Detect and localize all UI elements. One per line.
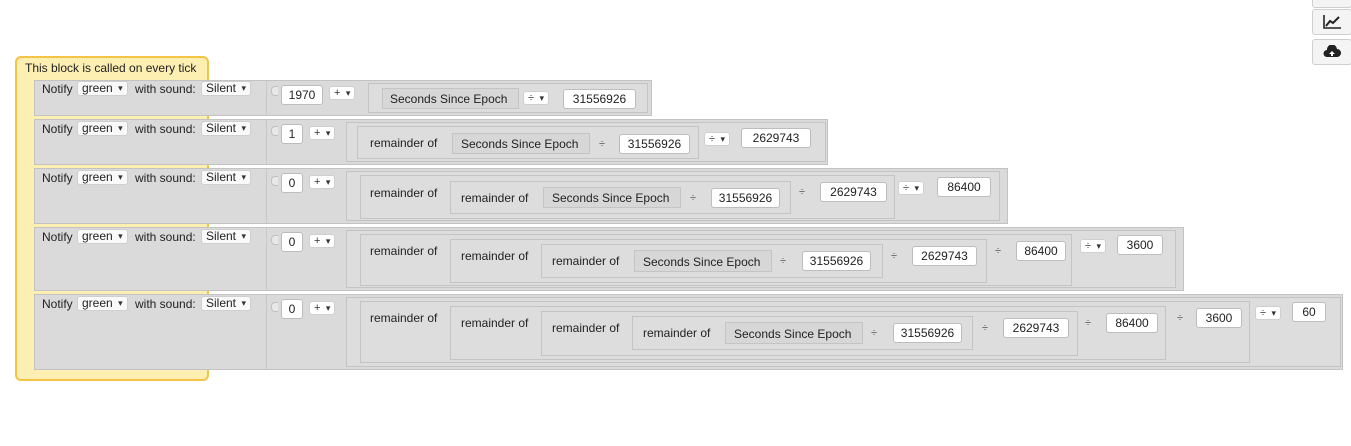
plus-operator-dropdown[interactable]: + bbox=[309, 301, 336, 315]
divide-symbol: ÷ bbox=[871, 327, 878, 339]
color-dropdown[interactable]: green bbox=[77, 170, 128, 185]
remainder-label: remainder of bbox=[370, 244, 438, 258]
cloud-upload-button[interactable] bbox=[1312, 39, 1351, 65]
number-field[interactable]: 31556926 bbox=[619, 134, 690, 154]
notify-label: Notify bbox=[42, 122, 73, 136]
line-chart-button[interactable] bbox=[1312, 9, 1351, 35]
number-field[interactable]: 1970 bbox=[281, 85, 323, 105]
notify-label: Notify bbox=[42, 171, 73, 185]
remainder-label: remainder of bbox=[552, 321, 620, 335]
number-field[interactable]: 2629743 bbox=[1003, 318, 1069, 338]
divide-symbol: ÷ bbox=[1085, 317, 1092, 329]
plus-operator-dropdown[interactable]: + bbox=[329, 86, 356, 100]
plus-operator-dropdown[interactable]: + bbox=[309, 234, 336, 248]
seconds-since-epoch-label: Seconds Since Epoch bbox=[643, 255, 761, 269]
plus-operator-dropdown[interactable]: + bbox=[309, 175, 336, 189]
sound-dropdown[interactable]: Silent bbox=[201, 296, 252, 311]
divide-operator-dropdown[interactable]: ÷ bbox=[523, 91, 550, 105]
number-field[interactable]: 0 bbox=[281, 232, 303, 252]
number-field[interactable]: 2629743 bbox=[741, 128, 811, 148]
sound-dropdown[interactable]: Silent bbox=[201, 81, 252, 96]
sound-dropdown[interactable]: Silent bbox=[201, 229, 252, 244]
sound-dropdown[interactable]: Silent bbox=[201, 121, 252, 136]
color-dropdown[interactable]: green bbox=[77, 229, 128, 244]
divide-symbol: ÷ bbox=[599, 138, 606, 150]
divide-symbol: ÷ bbox=[780, 255, 787, 267]
with-sound-label: with sound: bbox=[135, 171, 196, 185]
divide-symbol: ÷ bbox=[982, 322, 989, 334]
divide-symbol: ÷ bbox=[891, 250, 898, 262]
notify-label: Notify bbox=[42, 82, 73, 96]
divide-operator-dropdown[interactable]: ÷ bbox=[704, 132, 731, 146]
notify-label: Notify bbox=[42, 297, 73, 311]
seconds-since-epoch-label: Seconds Since Epoch bbox=[461, 137, 579, 151]
divide-symbol: ÷ bbox=[995, 245, 1002, 257]
with-sound-label: with sound: bbox=[135, 122, 196, 136]
notify-label: Notify bbox=[42, 230, 73, 244]
number-field[interactable]: 86400 bbox=[1106, 313, 1158, 333]
remainder-label: remainder of bbox=[461, 249, 529, 263]
divide-operator-dropdown[interactable]: ÷ bbox=[898, 181, 925, 195]
number-field[interactable]: 60 bbox=[1292, 302, 1326, 322]
number-field[interactable]: 0 bbox=[281, 173, 303, 193]
color-dropdown[interactable]: green bbox=[77, 296, 128, 311]
remainder-label: remainder of bbox=[370, 311, 438, 325]
seconds-since-epoch-label: Seconds Since Epoch bbox=[390, 92, 508, 106]
divide-operator-dropdown[interactable]: ÷ bbox=[1080, 239, 1107, 253]
number-field[interactable]: 31556926 bbox=[711, 188, 780, 208]
plus-operator-dropdown[interactable]: + bbox=[309, 126, 336, 140]
number-field[interactable]: 3600 bbox=[1196, 308, 1242, 328]
line-chart-icon bbox=[1322, 14, 1342, 30]
with-sound-label: with sound: bbox=[135, 297, 196, 311]
color-dropdown[interactable]: green bbox=[77, 121, 128, 136]
divide-operator-dropdown[interactable]: ÷ bbox=[1255, 306, 1282, 320]
divide-symbol: ÷ bbox=[799, 186, 806, 198]
remainder-label: remainder of bbox=[552, 254, 620, 268]
with-sound-label: with sound: bbox=[135, 82, 196, 96]
with-sound-label: with sound: bbox=[135, 230, 196, 244]
number-field[interactable]: 31556926 bbox=[893, 323, 962, 343]
input-slot bbox=[271, 302, 278, 312]
input-slot bbox=[271, 176, 278, 186]
divide-symbol: ÷ bbox=[690, 192, 697, 204]
remainder-label: remainder of bbox=[370, 136, 438, 150]
number-field[interactable]: 2629743 bbox=[912, 246, 977, 266]
number-field[interactable]: 0 bbox=[281, 299, 303, 319]
toolbar-button-top[interactable] bbox=[1312, 0, 1351, 8]
cloud-upload-icon bbox=[1322, 45, 1342, 59]
input-slot bbox=[271, 126, 278, 136]
event-label: This block is called on every tick bbox=[25, 61, 197, 75]
remainder-label: remainder of bbox=[461, 191, 529, 205]
number-field[interactable]: 86400 bbox=[1016, 241, 1066, 261]
seconds-since-epoch-label: Seconds Since Epoch bbox=[734, 327, 852, 341]
number-field[interactable]: 3600 bbox=[1117, 235, 1163, 255]
input-slot bbox=[271, 86, 278, 96]
number-field[interactable]: 86400 bbox=[937, 177, 991, 197]
color-dropdown[interactable]: green bbox=[77, 81, 128, 96]
number-field[interactable]: 31556926 bbox=[802, 251, 871, 271]
input-slot bbox=[271, 235, 278, 245]
divide-symbol: ÷ bbox=[1177, 312, 1184, 324]
remainder-label: remainder of bbox=[461, 316, 529, 330]
number-field[interactable]: 1 bbox=[281, 124, 303, 144]
remainder-label: remainder of bbox=[643, 326, 711, 340]
number-field[interactable]: 2629743 bbox=[820, 182, 887, 202]
sound-dropdown[interactable]: Silent bbox=[201, 170, 252, 185]
remainder-label: remainder of bbox=[370, 186, 438, 200]
seconds-since-epoch-label: Seconds Since Epoch bbox=[552, 191, 670, 205]
number-field[interactable]: 31556926 bbox=[563, 89, 636, 109]
